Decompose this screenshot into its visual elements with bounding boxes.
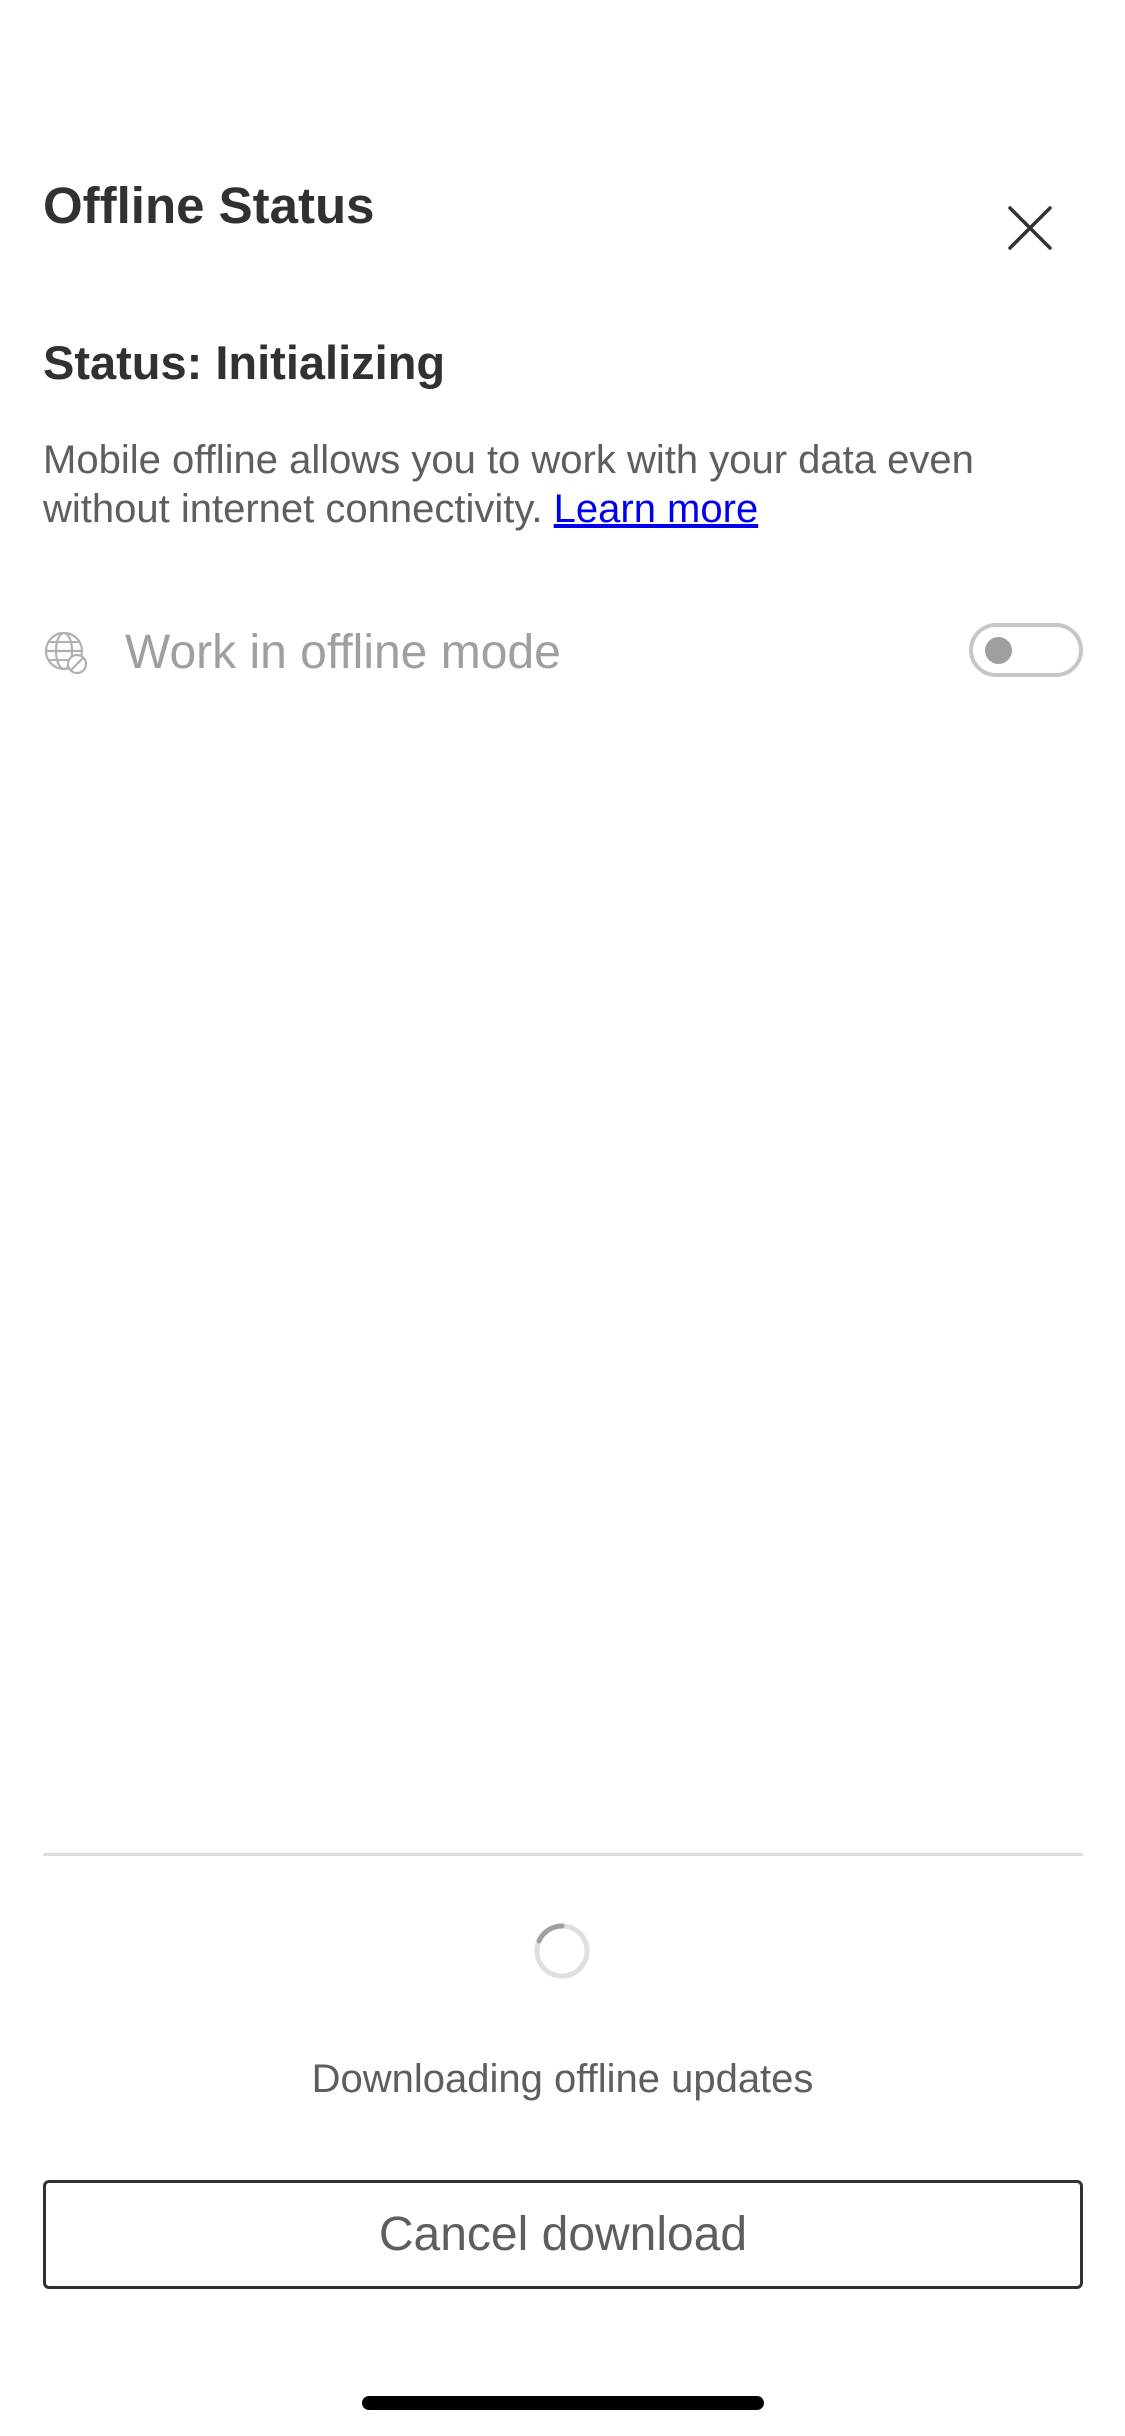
page-title: Offline Status xyxy=(43,177,375,234)
download-progress-text: Downloading offline updates xyxy=(311,2057,814,2101)
offline-mode-label: Work in offline mode xyxy=(125,626,561,679)
description-text: Mobile offline allows you to work with y… xyxy=(43,438,974,531)
offline-mode-row: Work in offline mode xyxy=(43,620,1083,686)
globe-offline-icon xyxy=(44,631,88,675)
cancel-download-button[interactable]: Cancel download xyxy=(43,2180,1083,2289)
offline-mode-toggle[interactable] xyxy=(969,623,1083,677)
home-indicator xyxy=(362,2396,764,2410)
toggle-knob xyxy=(985,637,1012,664)
close-icon[interactable] xyxy=(1000,198,1060,258)
status-heading: Status: Initializing xyxy=(43,336,446,389)
divider xyxy=(43,1853,1083,1856)
learn-more-link[interactable]: Learn more xyxy=(554,487,759,531)
status-description: Mobile offline allows you to work with y… xyxy=(43,436,1093,534)
loading-spinner-icon xyxy=(534,1923,590,1979)
